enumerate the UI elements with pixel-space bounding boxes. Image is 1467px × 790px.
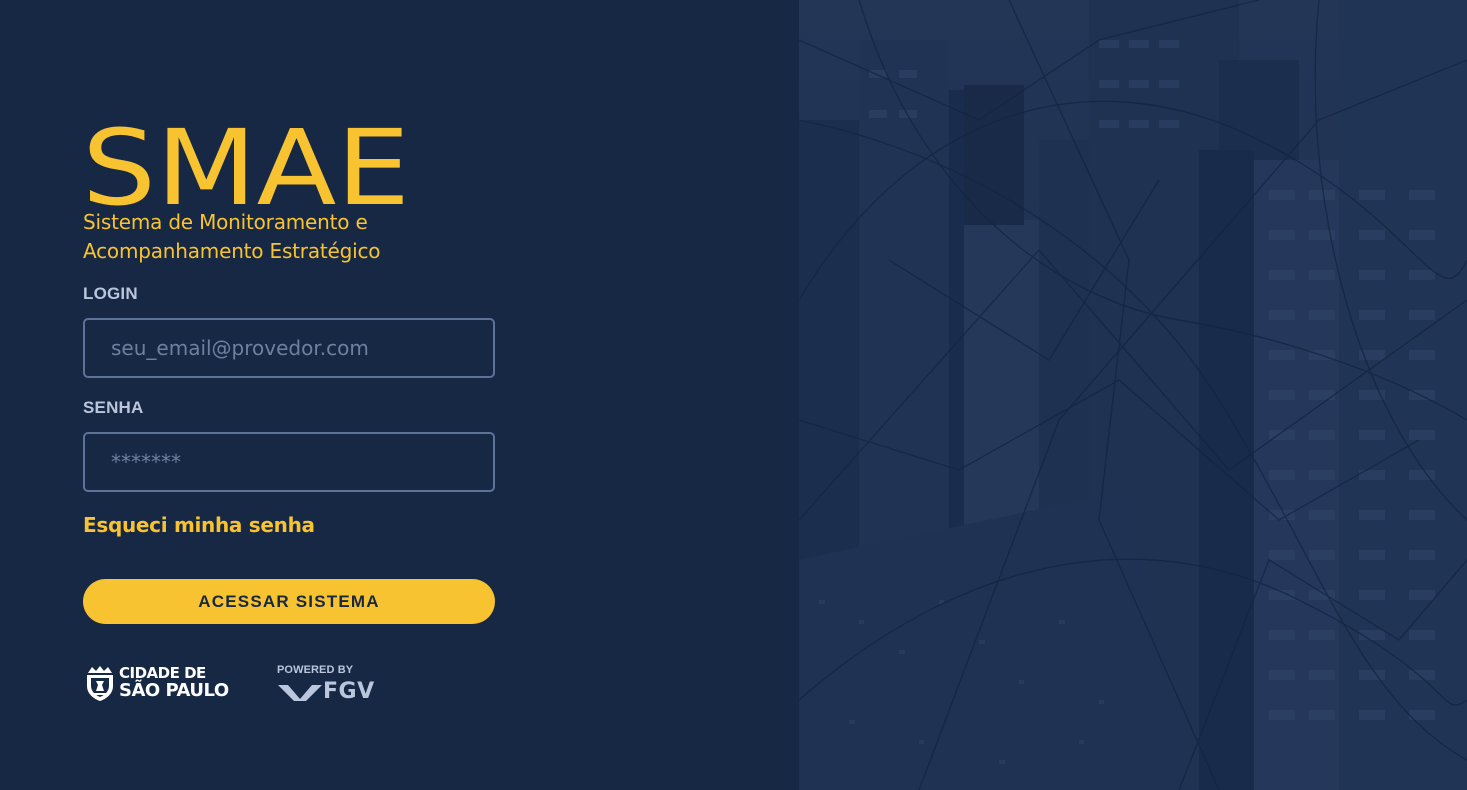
fgv-logo: POWERED BY FGV bbox=[277, 664, 387, 706]
smae-logo-text: SMAE bbox=[82, 124, 410, 208]
city-logo-text: CIDADE DE SÃO PAULO bbox=[119, 665, 229, 701]
city-of-sao-paulo-logo: CIDADE DE SÃO PAULO bbox=[84, 664, 254, 704]
app-subtitle: Sistema de Monitoramento e Acompanhament… bbox=[83, 208, 503, 266]
city-buildings-image bbox=[799, 0, 1467, 790]
smae-logo: SMAE bbox=[82, 124, 410, 208]
background-photo bbox=[799, 0, 1467, 790]
password-label: SENHA bbox=[83, 398, 144, 417]
subtitle-line-2: Acompanhamento Estratégico bbox=[83, 239, 381, 263]
subtitle-line-1: Sistema de Monitoramento e bbox=[83, 210, 368, 234]
password-field[interactable] bbox=[83, 432, 495, 492]
login-page: SMAE Sistema de Monitoramento e Acompanh… bbox=[0, 0, 1467, 790]
city-logo-line-2: SÃO PAULO bbox=[119, 680, 229, 701]
email-field[interactable] bbox=[83, 318, 495, 378]
powered-by-label: POWERED BY bbox=[277, 664, 354, 676]
fgv-chevron-icon bbox=[278, 685, 322, 701]
login-panel: SMAE Sistema de Monitoramento e Acompanh… bbox=[0, 0, 799, 790]
fgv-logo-text: FGV bbox=[323, 679, 375, 704]
login-submit-button[interactable]: ACESSAR SISTEMA bbox=[83, 579, 495, 624]
sao-paulo-coat-of-arms-icon bbox=[87, 666, 113, 701]
forgot-password-link[interactable]: Esqueci minha senha bbox=[83, 513, 315, 537]
login-label: LOGIN bbox=[83, 284, 138, 303]
